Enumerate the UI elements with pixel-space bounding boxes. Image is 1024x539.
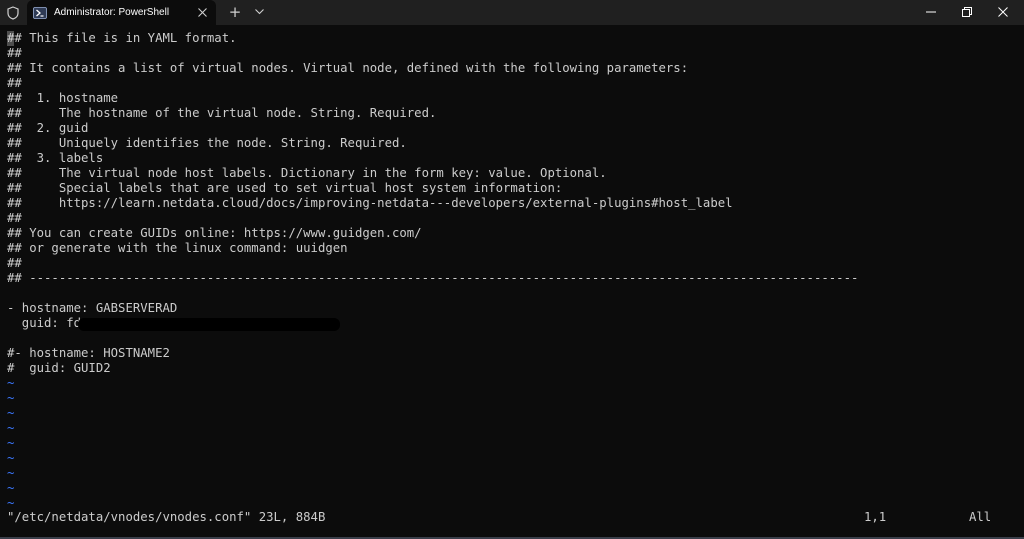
buffer-line: #- hostname: HOSTNAME2 [7,346,170,360]
buffer-line: ## [7,256,22,270]
buffer-line: ## [7,211,22,225]
terminal-area[interactable]: ## This file is in YAML format. ## ## It… [0,25,1024,539]
minimize-icon [926,4,936,22]
title-bar[interactable]: Administrator: PowerShell + [0,0,1024,25]
status-cursor-position: 1,1 [864,510,887,524]
empty-line-tilde: ~ [7,376,15,390]
buffer-line: ## This file is in YAML format. [7,31,237,45]
buffer-line: ## or generate with the linux command: u… [7,241,348,255]
buffer-line: ## [7,46,22,60]
status-file-info: "/etc/netdata/vnodes/vnodes.conf" 23L, 8… [7,510,326,524]
buffer-line [7,286,1017,301]
empty-line-tilde: ~ [7,391,15,405]
buffer-line: ## https://learn.netdata.cloud/docs/impr… [7,196,733,210]
shield-icon [6,5,20,20]
buffer-line: ## It contains a list of virtual nodes. … [7,61,689,75]
vim-status-line: "/etc/netdata/vnodes/vnodes.conf" 23L, 8… [7,510,1017,525]
buffer-line: ## You can create GUIDs online: https://… [7,226,422,240]
empty-line-tilde: ~ [7,466,15,480]
tab-title: Administrator: PowerShell [54,7,170,18]
buffer-line: ## Special labels that are used to set v… [7,181,563,195]
empty-line-tilde: ~ [7,496,15,510]
window-close-icon [998,4,1008,22]
buffer-line: ## [7,76,22,90]
powershell-window: Administrator: PowerShell + ## This file… [0,0,1024,539]
empty-line-tilde: ~ [7,451,15,465]
editor-buffer: ## This file is in YAML format. ## ## It… [7,31,1017,511]
window-close-button[interactable] [980,0,1024,25]
status-scroll-position: All [969,510,992,524]
empty-line-tilde: ~ [7,421,15,435]
buffer-line: ## The hostname of the virtual node. Str… [7,106,437,120]
text-cursor [7,31,14,46]
redaction-block [78,318,340,331]
buffer-line: ## The virtual node host labels. Diction… [7,166,607,180]
buffer-line [7,331,1017,346]
chevron-down-icon[interactable] [251,5,267,19]
empty-line-tilde: ~ [7,406,15,420]
new-tab-button[interactable]: + [226,4,244,20]
restore-icon [962,4,972,22]
buffer-line: - hostname: GABSERVERAD [7,301,178,315]
buffer-line: ## Uniquely identifies the node. String.… [7,136,407,150]
close-icon[interactable] [196,6,208,18]
buffer-line: ## -------------------------------------… [7,271,859,285]
empty-line-tilde: ~ [7,436,15,450]
powershell-icon [33,6,47,20]
buffer-line: ## 2. guid [7,121,89,135]
tab-powershell[interactable]: Administrator: PowerShell [27,0,216,25]
buffer-line: ## 1. hostname [7,91,119,105]
buffer-line: ## 3. labels [7,151,104,165]
empty-line-tilde: ~ [7,481,15,495]
buffer-line: # guid: GUID2 [7,361,111,375]
